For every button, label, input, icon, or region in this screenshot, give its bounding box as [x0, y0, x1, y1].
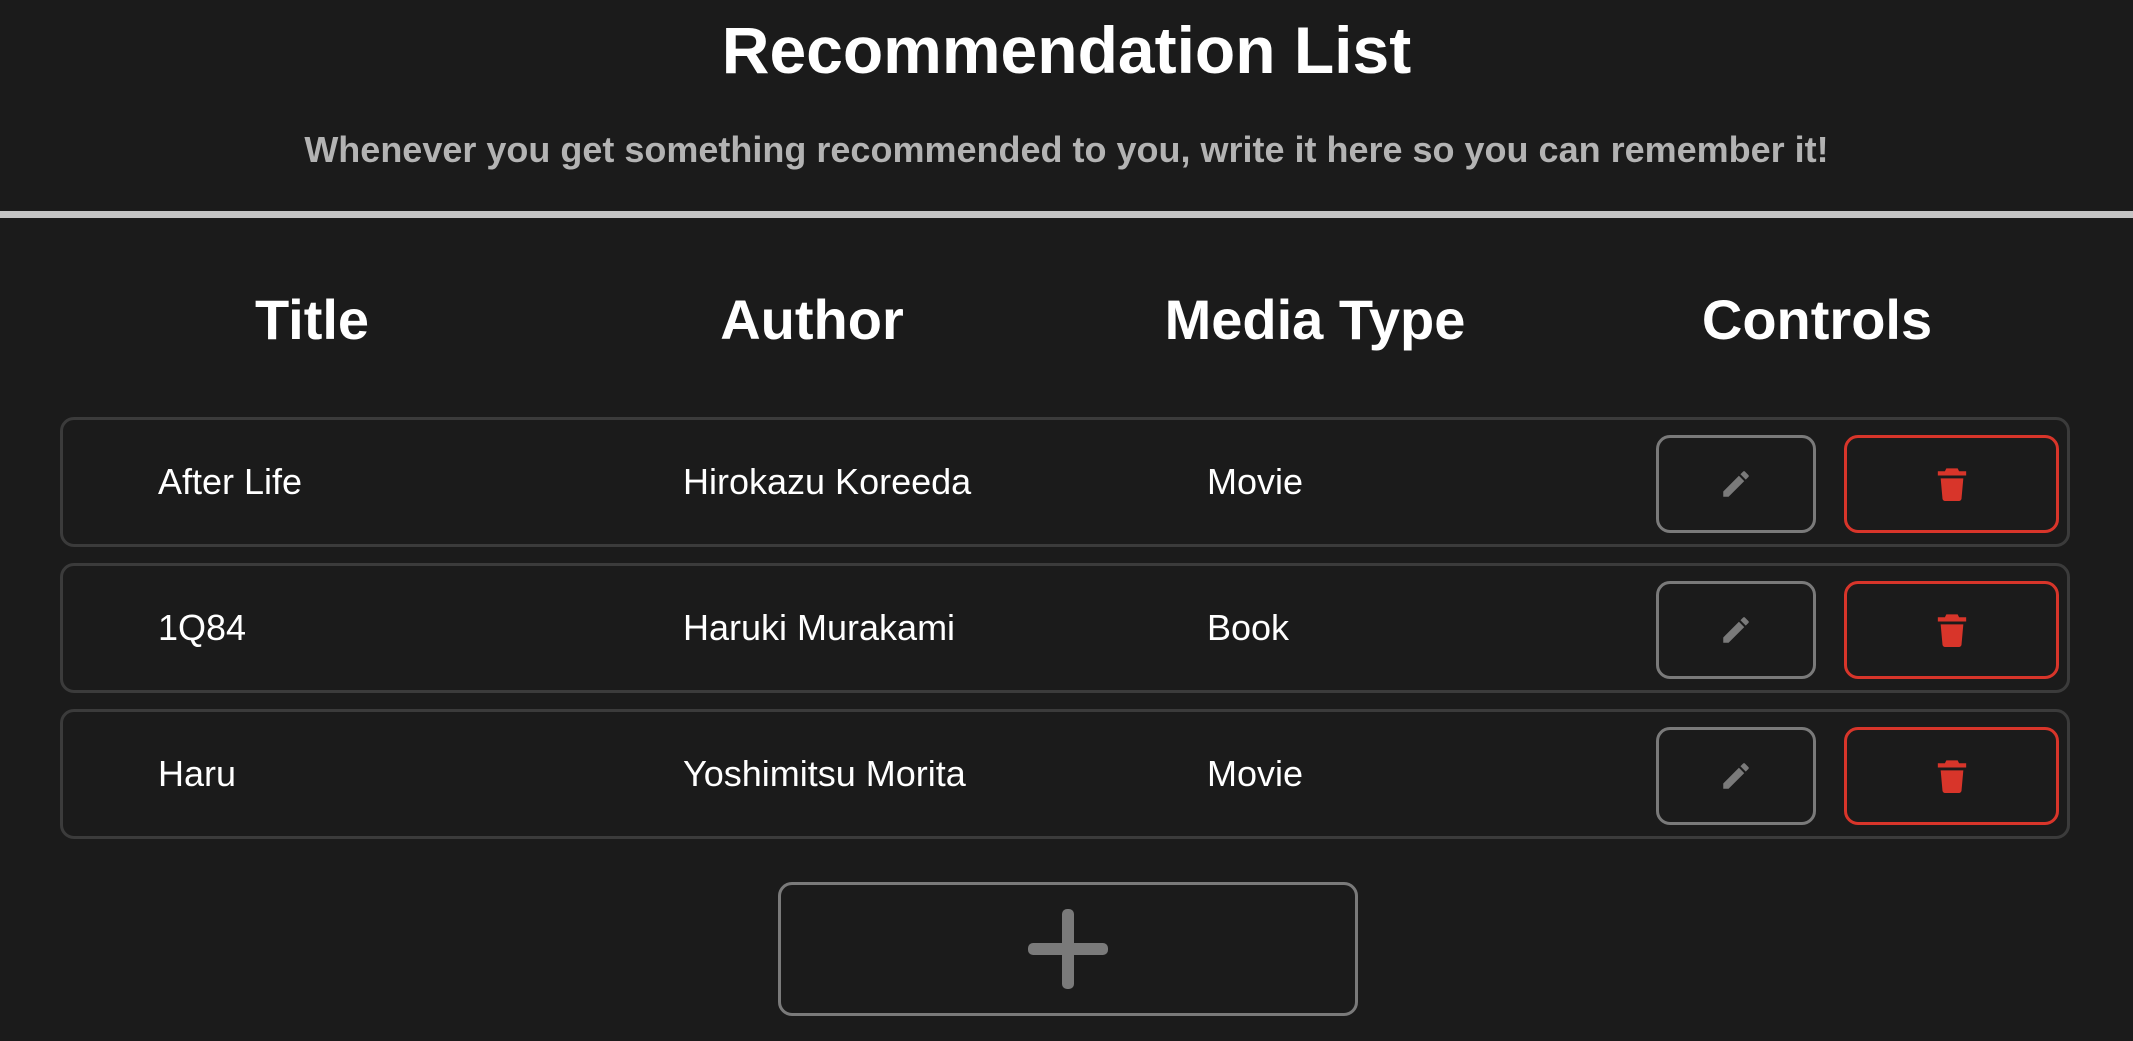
- page-subtitle: Whenever you get something recommended t…: [304, 129, 1829, 170]
- recommendation-list-page: Recommendation List Whenever you get som…: [0, 0, 2133, 1041]
- table-row: After Life Hirokazu Koreeda Movie: [60, 417, 2070, 547]
- column-header-title: Title: [254, 288, 370, 351]
- delete-button[interactable]: [1844, 581, 2059, 679]
- table-row: 1Q84 Haruki Murakami Book: [60, 563, 2070, 693]
- row-title: After Life: [158, 461, 303, 502]
- pencil-icon: [1719, 613, 1753, 647]
- row-author: Hirokazu Koreeda: [683, 461, 972, 502]
- edit-button[interactable]: [1656, 581, 1816, 679]
- trash-icon: [1937, 467, 1967, 501]
- trash-icon: [1937, 759, 1967, 793]
- trash-icon: [1937, 613, 1967, 647]
- column-header-controls: Controls: [1701, 288, 1933, 351]
- row-media-type: Movie: [1207, 753, 1304, 794]
- row-author: Haruki Murakami: [683, 607, 956, 648]
- delete-button[interactable]: [1844, 727, 2059, 825]
- column-header-author: Author: [720, 288, 904, 351]
- delete-button[interactable]: [1844, 435, 2059, 533]
- row-title: 1Q84: [158, 607, 247, 648]
- column-header-media-type: Media Type: [1164, 288, 1466, 351]
- page-header: Recommendation List Whenever you get som…: [0, 0, 2133, 210]
- add-recommendation-button[interactable]: [778, 882, 1358, 1016]
- table-row: Haru Yoshimitsu Morita Movie: [60, 709, 2070, 839]
- pencil-icon: [1719, 759, 1753, 793]
- edit-button[interactable]: [1656, 435, 1816, 533]
- table-header: Title Author Media Type Controls: [0, 280, 2133, 360]
- header-divider: [0, 211, 2133, 218]
- recommendation-rows: After Life Hirokazu Koreeda Movie 1Q84 H…: [60, 417, 2074, 855]
- row-media-type: Movie: [1207, 461, 1304, 502]
- row-media-type: Book: [1207, 607, 1290, 648]
- row-title: Haru: [158, 753, 237, 794]
- page-title: Recommendation List: [721, 13, 1412, 87]
- row-author: Yoshimitsu Morita: [683, 753, 966, 794]
- edit-button[interactable]: [1656, 727, 1816, 825]
- pencil-icon: [1719, 467, 1753, 501]
- plus-icon: [1026, 907, 1110, 991]
